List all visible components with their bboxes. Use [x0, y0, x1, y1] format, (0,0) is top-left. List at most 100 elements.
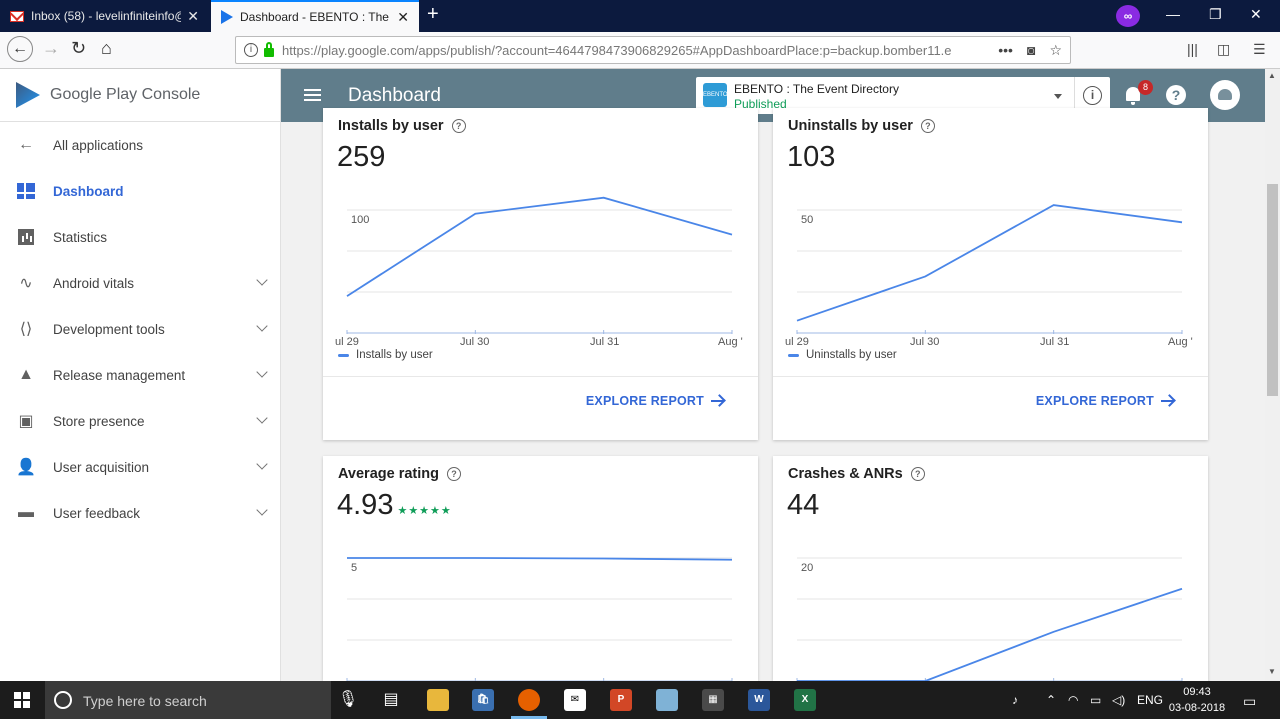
powerpoint-icon[interactable]: P — [610, 689, 632, 711]
help-button[interactable]: ? — [1166, 85, 1186, 105]
chevron-down-icon[interactable] — [256, 274, 268, 286]
mail-icon[interactable]: ✉ — [564, 689, 586, 711]
sidebar-item-user-acquisition[interactable]: 👤 User acquisition — [0, 444, 280, 490]
card-divider — [773, 376, 1208, 377]
tray-chevron-up-icon[interactable]: ⌃ — [1046, 693, 1056, 707]
forward-button[interactable]: → — [42, 38, 60, 59]
help-icon[interactable]: ? — [451, 119, 466, 133]
notepad-icon[interactable] — [656, 689, 678, 711]
menu-icon[interactable]: ☰ — [1253, 41, 1266, 58]
action-center-icon[interactable]: ▭ — [1243, 693, 1256, 710]
help-icon[interactable]: ? — [910, 467, 925, 481]
clock-time: 09:43 — [1183, 686, 1211, 698]
sidebar-item-release-management[interactable]: ▲ Release management — [0, 352, 280, 398]
rating-stars-icon: ★★★★★ — [397, 505, 452, 517]
sidebar-item-dashboard[interactable]: Dashboard — [0, 168, 280, 214]
y-tick-label: 50 — [801, 214, 813, 226]
card-title: Installs by user? — [338, 118, 466, 134]
person-add-icon: 👤 — [16, 459, 36, 476]
sidebar-item-android-vitals[interactable]: ∿ Android vitals — [0, 260, 280, 306]
pocket-icon[interactable]: ◙ — [1027, 42, 1035, 59]
task-view-icon[interactable]: ▤ — [380, 689, 402, 711]
excel-icon[interactable]: X — [794, 689, 816, 711]
rating-line-chart: 5 — [346, 557, 733, 681]
chevron-down-icon[interactable] — [256, 320, 268, 332]
explore-report-button[interactable]: EXPLORE REPORT — [1036, 394, 1175, 408]
tab-dashboard[interactable]: Dashboard - EBENTO : The Event ✕ — [211, 0, 419, 32]
scroll-down-icon[interactable]: ▼ — [1268, 667, 1276, 676]
page-title: Dashboard — [348, 85, 441, 106]
google-play-icon — [221, 10, 233, 24]
scroll-thumb[interactable] — [1267, 184, 1278, 396]
reload-button[interactable]: ↻ — [71, 38, 86, 59]
hamburger-menu-icon[interactable] — [304, 89, 321, 101]
close-window-button[interactable]: ✕ — [1250, 6, 1262, 23]
info-icon[interactable]: i — [1083, 86, 1102, 105]
site-info-icon[interactable]: i — [244, 43, 258, 57]
chart-legend: Installs by user — [338, 349, 433, 361]
y-tick-label: 20 — [801, 562, 813, 574]
series-line — [797, 587, 1183, 681]
tab-gmail-inbox[interactable]: Inbox (58) - levelinfiniteinfo@g ✕ — [0, 0, 209, 32]
microphone-icon[interactable]: 🎙 — [337, 689, 359, 711]
scroll-up-icon[interactable]: ▲ — [1268, 71, 1276, 80]
system-clock[interactable]: 09:43 03-08-2018 — [1165, 684, 1229, 716]
url-text[interactable]: https://play.google.com/apps/publish/?ac… — [282, 43, 998, 58]
sidebar-toggle-icon[interactable]: ◫ — [1217, 41, 1230, 58]
uninstalls-card: Uninstalls by user? 103 50 Uninstalls by… — [773, 108, 1208, 440]
windows-start-icon[interactable] — [14, 692, 30, 708]
chart-legend: Uninstalls by user — [788, 349, 897, 361]
people-icon[interactable]: ♪ — [1012, 693, 1018, 707]
notification-badge: 8 — [1138, 80, 1153, 95]
chevron-down-icon[interactable] — [256, 504, 268, 516]
y-tick-label: 100 — [351, 214, 369, 226]
address-bar[interactable]: i https://play.google.com/apps/publish/?… — [235, 36, 1071, 64]
sidebar-item-label: Store presence — [53, 413, 145, 429]
minimize-button[interactable]: — — [1166, 6, 1180, 22]
home-button[interactable]: ⌂ — [101, 38, 112, 59]
taskbar-search[interactable]: Type here to search — [45, 681, 331, 719]
calculator-icon[interactable]: ▦ — [702, 689, 724, 711]
sidebar-item-store-presence[interactable]: ▣ Store presence — [0, 398, 280, 444]
word-icon[interactable]: W — [748, 689, 770, 711]
volume-icon[interactable]: ◁) — [1112, 693, 1125, 707]
sidebar-item-all-applications[interactable]: ← All applications — [0, 122, 280, 168]
dashboard-icon — [16, 183, 36, 199]
gmail-icon — [10, 10, 24, 22]
help-icon[interactable]: ? — [447, 467, 461, 481]
help-icon[interactable]: ? — [920, 119, 935, 133]
sidebar-item-user-feedback[interactable]: ▬ User feedback — [0, 490, 280, 536]
avatar[interactable] — [1210, 80, 1240, 110]
file-explorer-icon[interactable] — [427, 689, 449, 711]
brand-name: Google Play Console — [50, 86, 201, 103]
library-icon[interactable]: ||| — [1187, 41, 1198, 57]
bookmark-star-icon[interactable]: ☆ — [1049, 42, 1062, 59]
play-console-logo[interactable]: Google Play Console — [0, 69, 280, 122]
back-button[interactable]: ← — [7, 36, 33, 62]
close-tab-icon[interactable]: ✕ — [187, 8, 199, 25]
sidebar-item-label: All applications — [53, 137, 144, 153]
page-actions-icon[interactable]: ••• — [998, 42, 1013, 59]
explore-report-button[interactable]: EXPLORE REPORT — [586, 394, 725, 408]
wifi-icon[interactable]: ◠ — [1068, 693, 1078, 707]
battery-icon[interactable]: ▭ — [1090, 693, 1101, 707]
chevron-down-icon[interactable] — [256, 458, 268, 470]
card-title-text: Installs by user — [338, 118, 444, 134]
sidebar-item-label: Android vitals — [53, 275, 135, 291]
chevron-down-icon[interactable] — [256, 366, 268, 378]
firefox-icon[interactable] — [518, 689, 540, 711]
store-app-icon[interactable]: 🛍 — [472, 689, 494, 711]
x-tick-label: ul 29 — [785, 336, 809, 348]
dropdown-caret-icon[interactable] — [1054, 94, 1062, 99]
card-divider — [323, 376, 758, 377]
scrollbar[interactable]: ▲ ▼ — [1265, 69, 1280, 681]
sidebar-item-statistics[interactable]: Statistics — [0, 214, 280, 260]
new-tab-button[interactable]: + — [427, 3, 439, 26]
restore-button[interactable]: ❐ — [1209, 6, 1222, 23]
chevron-down-icon[interactable] — [256, 412, 268, 424]
close-tab-icon[interactable]: ✕ — [397, 9, 409, 26]
language-indicator[interactable]: ENG — [1137, 693, 1163, 707]
sidebar-item-development-tools[interactable]: ⟨⟩ Development tools — [0, 306, 280, 352]
arrow-right-icon — [711, 395, 725, 407]
x-tick-label: Jul 31 — [590, 336, 620, 348]
